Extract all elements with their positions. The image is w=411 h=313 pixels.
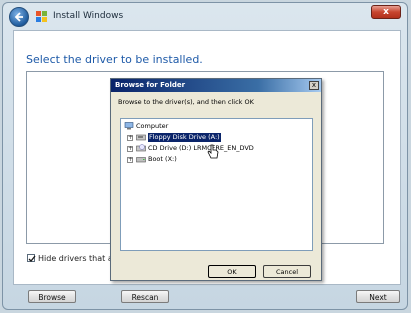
dialog-close-button[interactable]: x [309, 81, 319, 90]
expand-icon[interactable]: + [127, 146, 133, 152]
browse-for-folder-dialog: Browse for Folder x Browse to the driver… [110, 78, 322, 281]
dialog-title: Browse for Folder [115, 81, 186, 89]
folder-tree[interactable]: Computer + Floppy Disk Drive (A:) + CD D… [120, 118, 313, 251]
hide-drivers-checkbox[interactable] [27, 254, 36, 262]
hand-pointer-icon [207, 144, 219, 159]
next-button-label: Next [369, 293, 387, 302]
dialog-prompt: Browse to the driver(s), and then click … [118, 98, 254, 106]
ok-button-label: OK [227, 268, 237, 276]
rescan-button[interactable]: Rescan [121, 290, 169, 303]
rescan-button-label: Rescan [131, 293, 159, 302]
computer-icon [124, 122, 134, 130]
expand-icon[interactable]: + [127, 135, 133, 141]
cancel-button-label: Cancel [275, 268, 299, 276]
browse-button-label: Browse [38, 293, 66, 302]
windows-logo-icon [36, 11, 47, 22]
title-bar: Install Windows x [3, 3, 407, 31]
window-close-button[interactable]: x [371, 5, 401, 19]
hide-drivers-option[interactable]: Hide drivers that a [27, 254, 113, 263]
window-title: Install Windows [53, 11, 124, 21]
checkmark-icon [28, 255, 36, 262]
next-button[interactable]: Next [356, 290, 400, 303]
dialog-title-bar: Browse for Folder x [111, 79, 321, 92]
back-arrow-icon [14, 12, 23, 22]
browse-button[interactable]: Browse [28, 290, 76, 303]
floppy-drive-icon [136, 134, 146, 141]
tree-item-label: CD Drive (D:) LRMCFRE_EN_DVD [148, 144, 254, 152]
tree-item-label: Boot (X:) [148, 155, 177, 163]
hard-drive-icon [136, 157, 146, 163]
back-button[interactable] [9, 7, 29, 27]
cancel-button[interactable]: Cancel [263, 265, 311, 278]
expand-icon[interactable]: + [127, 157, 133, 163]
tree-item-label: Floppy Disk Drive (A:) [148, 133, 221, 142]
cd-drive-icon [136, 144, 146, 152]
tree-item-label: Computer [136, 122, 169, 130]
hide-drivers-label: Hide drivers that a [38, 254, 113, 263]
ok-button[interactable]: OK [208, 265, 256, 278]
page-heading: Select the driver to be installed. [26, 53, 203, 66]
